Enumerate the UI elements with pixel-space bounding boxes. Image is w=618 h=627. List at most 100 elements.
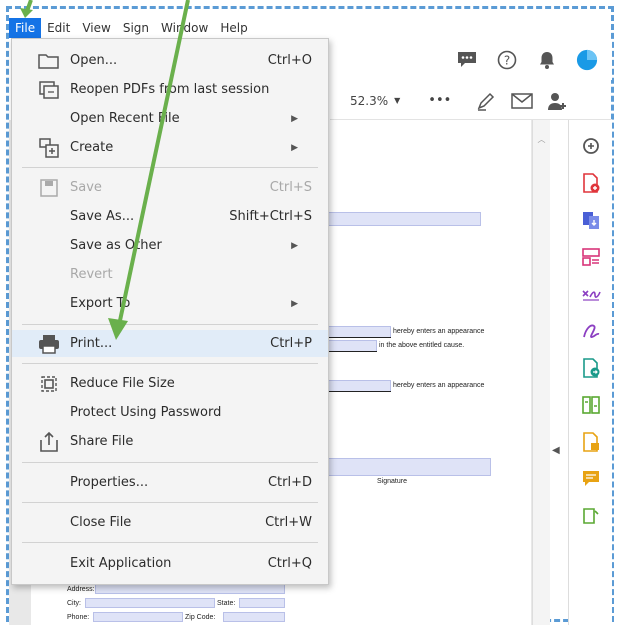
menu-item-create[interactable]: Create ▶ xyxy=(12,134,328,161)
menu-item-export-to[interactable]: Export To ▶ xyxy=(12,290,328,317)
menu-item-label: Create xyxy=(70,140,114,155)
menu-item-label: Open... xyxy=(70,53,118,68)
export-pdf-icon[interactable] xyxy=(579,208,603,232)
zoom-value: 52.3% xyxy=(350,93,389,108)
reopen-icon xyxy=(38,79,60,101)
submenu-arrow-icon: ▶ xyxy=(291,298,298,309)
menu-item-shortcut: Ctrl+O xyxy=(267,53,312,68)
menu-item-label: Protect Using Password xyxy=(70,405,222,420)
menu-item-label: Save xyxy=(70,180,102,195)
menu-item-shortcut: Ctrl+P xyxy=(270,336,312,351)
page-text-state: State: xyxy=(217,600,236,607)
prepare-form-icon[interactable] xyxy=(579,430,603,454)
submenu-arrow-icon: ▶ xyxy=(291,240,298,251)
menu-item-label: Reduce File Size xyxy=(70,376,175,391)
submenu-arrow-icon: ▶ xyxy=(291,142,298,153)
bell-icon[interactable] xyxy=(536,49,558,71)
menu-item-label: Exit Application xyxy=(70,556,172,571)
menu-item-label: Print... xyxy=(70,336,113,351)
menu-separator xyxy=(22,324,318,325)
menu-item-label: Share File xyxy=(70,434,134,449)
menu-file[interactable]: File xyxy=(9,18,42,38)
comment-icon[interactable] xyxy=(456,49,478,71)
menu-item-save-as[interactable]: Save As... Shift+Ctrl+S xyxy=(12,203,328,230)
address-field[interactable] xyxy=(95,584,285,594)
zip-field[interactable] xyxy=(223,612,285,622)
menu-item-open[interactable]: Open... Ctrl+O xyxy=(12,47,328,74)
menu-window[interactable]: Window xyxy=(155,18,214,38)
edit-pdf-icon[interactable] xyxy=(579,504,603,528)
menu-item-close-file[interactable]: Close File Ctrl+W xyxy=(12,509,328,536)
menu-item-exit[interactable]: Exit Application Ctrl+Q xyxy=(12,550,328,577)
chevron-down-icon: ▼ xyxy=(394,96,401,105)
file-menu: Open... Ctrl+O Reopen PDFs from last ses… xyxy=(11,38,329,585)
menu-item-label: Revert xyxy=(70,267,113,282)
page-text-cause: in the above entitled cause. xyxy=(379,342,465,349)
menu-item-shortcut: Shift+Ctrl+S xyxy=(229,209,312,224)
menu-view[interactable]: View xyxy=(76,18,116,38)
city-field[interactable] xyxy=(85,598,215,608)
menu-item-revert[interactable]: Revert xyxy=(12,261,328,288)
menu-item-label: Properties... xyxy=(70,475,149,490)
menu-item-label: Open Recent File xyxy=(70,111,180,126)
zoom-in-icon[interactable] xyxy=(579,134,603,158)
vertical-scrollbar[interactable]: ︿ xyxy=(532,120,550,625)
form-field[interactable] xyxy=(321,212,481,226)
printer-icon xyxy=(38,333,60,355)
view-toolbar: 52.3% ▼ ••• xyxy=(330,82,612,120)
menu-item-label: Save As... xyxy=(70,209,135,224)
menu-item-reduce-file-size[interactable]: Reduce File Size xyxy=(12,370,328,397)
help-icon[interactable]: ? xyxy=(496,49,518,71)
compare-files-icon[interactable] xyxy=(579,393,603,417)
menu-item-reopen[interactable]: Reopen PDFs from last session xyxy=(12,76,328,103)
reduce-size-icon xyxy=(38,373,60,395)
send-for-review-icon[interactable] xyxy=(579,356,603,380)
menu-item-open-recent[interactable]: Open Recent File ▶ xyxy=(12,105,328,132)
menu-separator xyxy=(22,502,318,503)
underline xyxy=(321,391,391,392)
signature-field[interactable] xyxy=(321,458,491,476)
menu-item-label: Export To xyxy=(70,296,131,311)
menu-item-shortcut: Ctrl+S xyxy=(269,180,312,195)
menu-item-protect-password[interactable]: Protect Using Password xyxy=(12,399,328,426)
request-signature-icon[interactable] xyxy=(579,319,603,343)
menu-sign[interactable]: Sign xyxy=(117,18,155,38)
state-field[interactable] xyxy=(239,598,285,608)
menu-item-print[interactable]: Print... Ctrl+P xyxy=(12,330,328,357)
menu-item-shortcut: Ctrl+Q xyxy=(267,556,312,571)
menu-item-share-file[interactable]: Share File xyxy=(12,428,328,455)
tools-panel xyxy=(568,120,612,625)
fill-sign-icon[interactable] xyxy=(579,282,603,306)
svg-text:?: ? xyxy=(504,54,510,68)
zoom-select[interactable]: 52.3% ▼ xyxy=(350,94,400,108)
menu-item-save[interactable]: Save Ctrl+S xyxy=(12,174,328,201)
add-user-icon[interactable] xyxy=(547,90,569,112)
page-text-signature: Signature xyxy=(377,478,407,485)
menu-item-label: Close File xyxy=(70,515,132,530)
page-text-phone: Phone: xyxy=(67,614,90,621)
page-text-zip: Zip Code: xyxy=(185,614,216,621)
avatar-icon[interactable] xyxy=(576,49,598,71)
comment-tool-icon[interactable] xyxy=(579,467,603,491)
menu-help[interactable]: Help xyxy=(214,18,253,38)
menu-item-save-as-other[interactable]: Save as Other ▶ xyxy=(12,232,328,259)
page-text-appearance-2: hereby enters an appearance xyxy=(393,382,485,389)
organize-pages-icon[interactable] xyxy=(579,245,603,269)
sign-pen-icon[interactable] xyxy=(475,90,497,112)
menu-item-properties[interactable]: Properties... Ctrl+D xyxy=(12,469,328,496)
menu-item-shortcut: Ctrl+D xyxy=(267,475,312,490)
scroll-up-icon[interactable]: ︿ xyxy=(533,134,550,145)
menu-item-label: Save as Other xyxy=(70,238,162,253)
more-tools-icon[interactable]: ••• xyxy=(428,93,451,108)
create-icon xyxy=(38,137,60,159)
email-icon[interactable] xyxy=(511,90,534,112)
top-toolbar: ? xyxy=(330,40,612,80)
menu-bar: File Edit View Sign Window Help xyxy=(9,17,609,39)
folder-icon xyxy=(38,50,60,72)
create-pdf-icon[interactable] xyxy=(579,171,603,195)
collapse-panel-icon[interactable]: ◀ xyxy=(552,445,560,456)
menu-separator xyxy=(22,462,318,463)
underline xyxy=(321,351,377,352)
menu-edit[interactable]: Edit xyxy=(41,18,76,38)
phone-field[interactable] xyxy=(93,612,183,622)
